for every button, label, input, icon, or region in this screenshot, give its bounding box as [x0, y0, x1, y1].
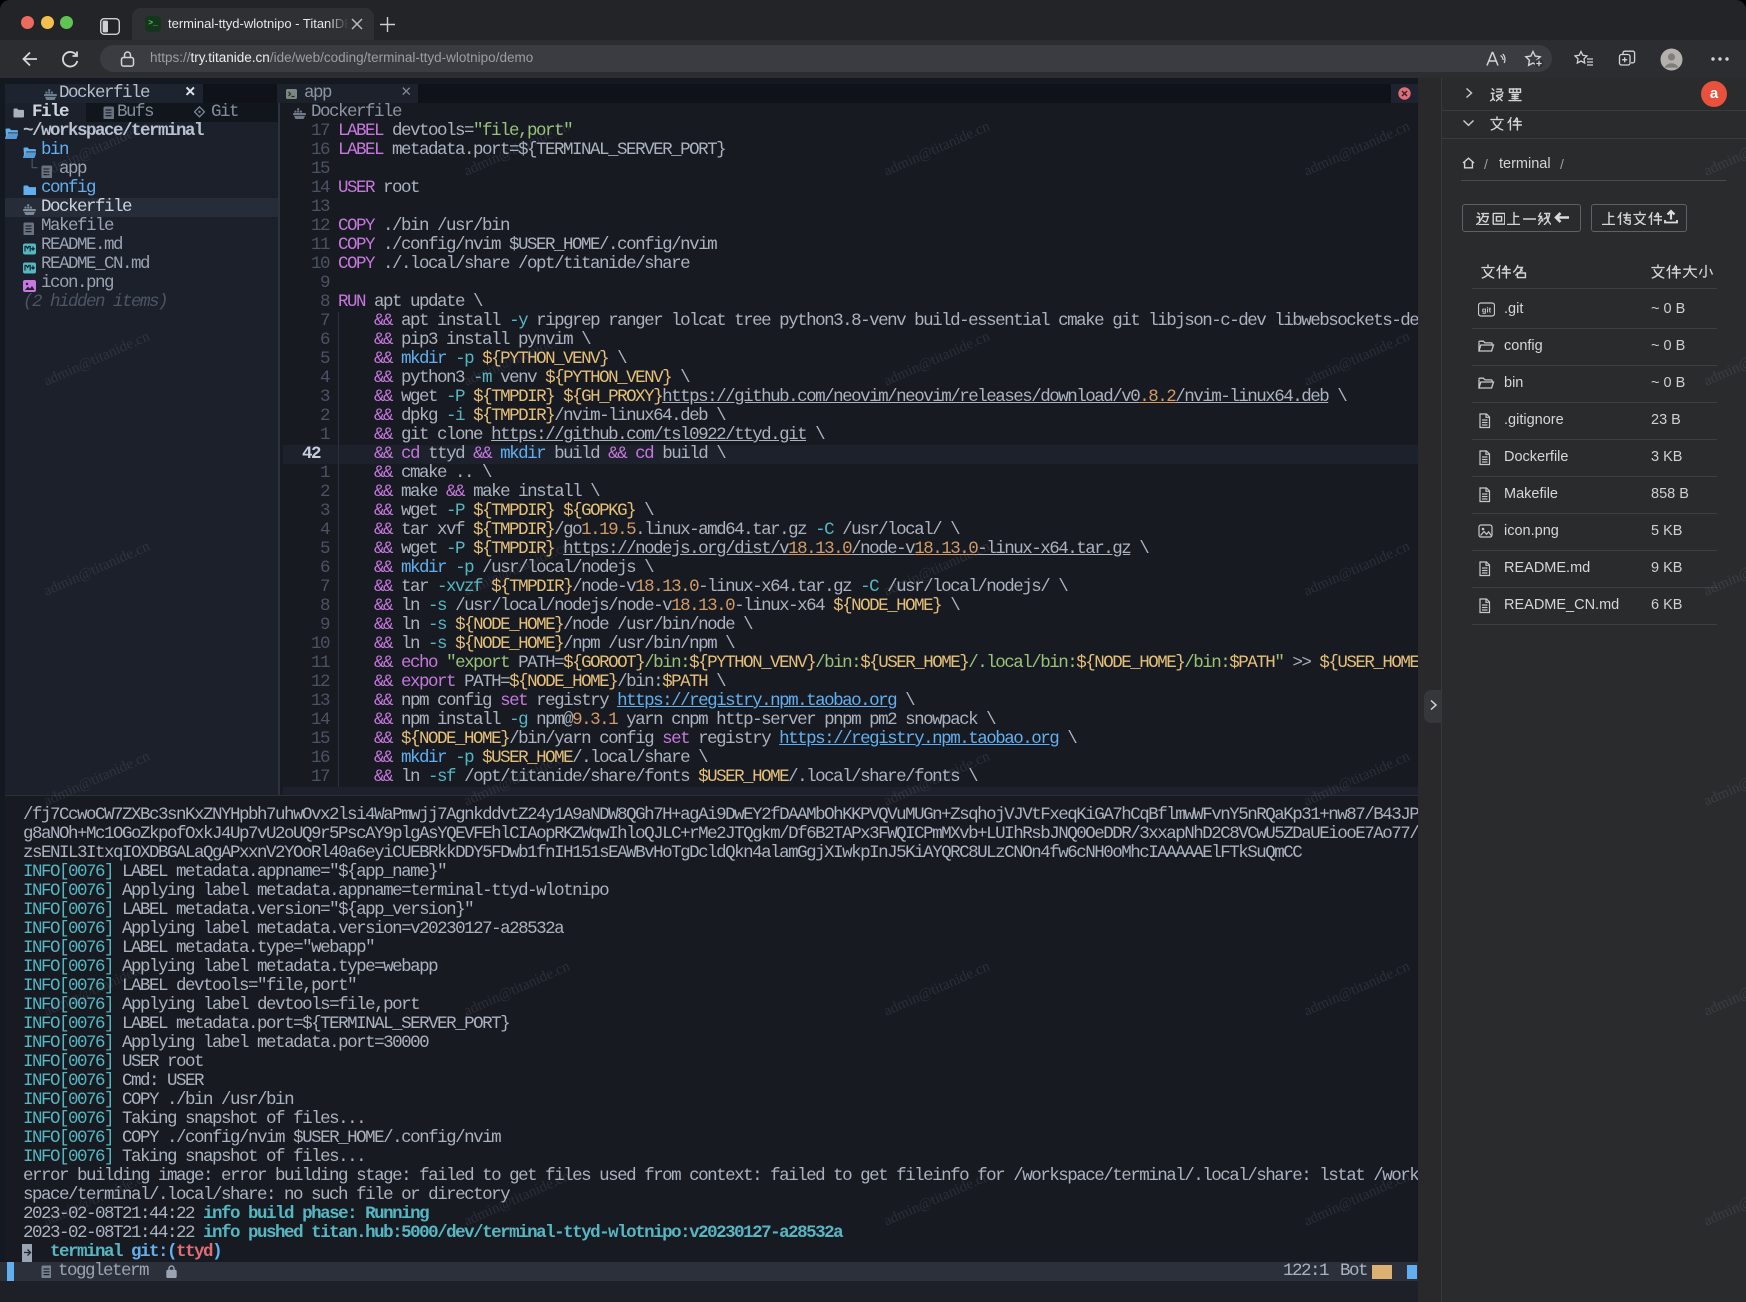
- svg-text:git: git: [1482, 306, 1492, 315]
